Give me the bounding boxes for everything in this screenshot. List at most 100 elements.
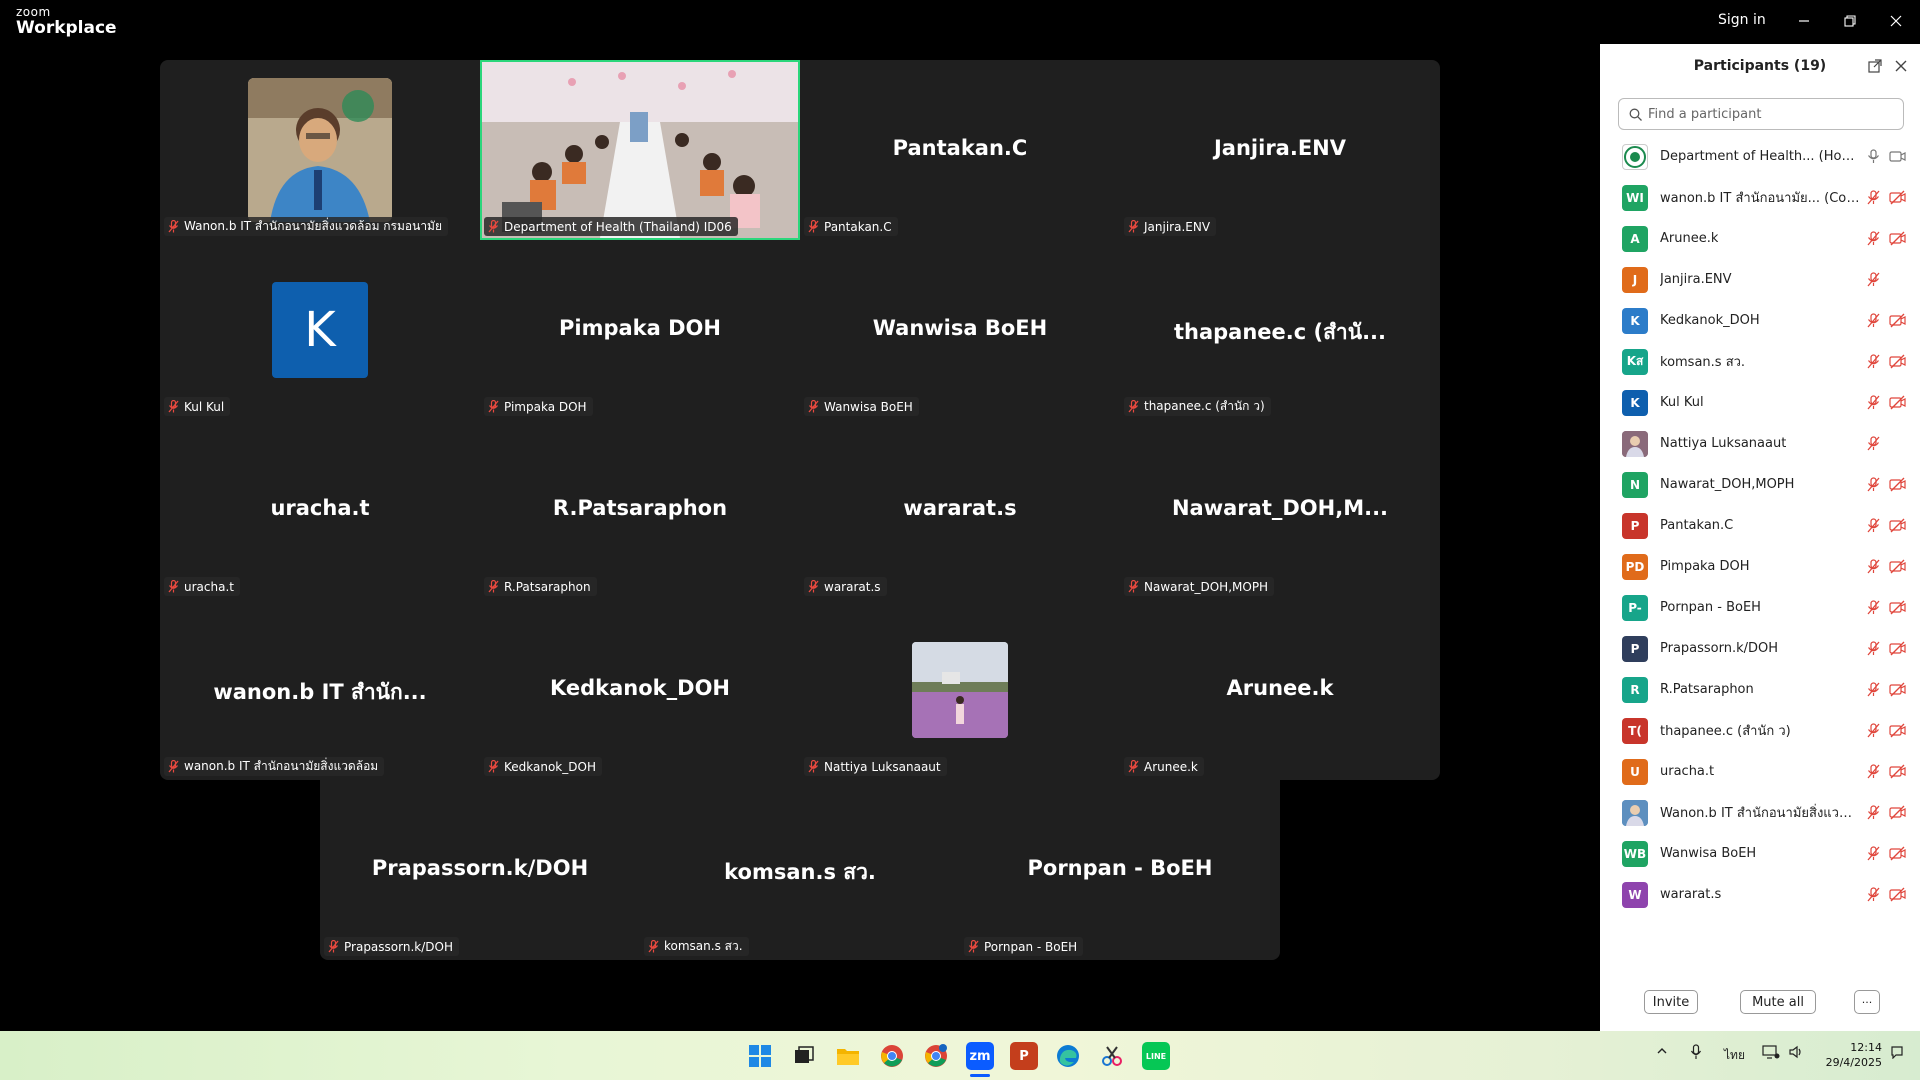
participant-row[interactable]: PD Pimpaka DOH — [1600, 546, 1920, 587]
notification-icon[interactable] — [1890, 1045, 1904, 1062]
mic-muted-icon[interactable] — [1866, 887, 1881, 902]
participant-row[interactable]: Uuracha.t — [1600, 751, 1920, 792]
chrome-taskbar-icon[interactable] — [878, 1042, 906, 1070]
close-panel-icon[interactable] — [1894, 58, 1908, 77]
system-clock[interactable]: 12:14 29/4/2025 — [1810, 1040, 1882, 1070]
video-off-icon[interactable] — [1889, 231, 1906, 246]
video-tile[interactable]: komsan.s สว. komsan.s สว. — [640, 780, 960, 960]
participant-row[interactable]: WI wanon.b IT สำนักอนามัย... (Co-host) — [1600, 177, 1920, 218]
video-tile[interactable]: thapanee.c (สำนั... thapanee.c (สำนัก ว) — [1120, 240, 1440, 420]
participant-row[interactable]: J Janjira.ENV — [1600, 259, 1920, 300]
participant-row[interactable]: N Nawarat_DOH,MOPH — [1600, 464, 1920, 505]
search-input[interactable] — [1648, 106, 1888, 122]
video-camera-icon[interactable] — [1889, 149, 1906, 164]
video-tile[interactable]: wararat.s wararat.s — [800, 420, 1120, 600]
video-off-icon[interactable] — [1889, 354, 1906, 369]
video-off-icon[interactable] — [1889, 764, 1906, 779]
powerpoint-taskbar-icon[interactable]: P — [1010, 1042, 1038, 1070]
popout-icon[interactable] — [1868, 58, 1882, 77]
video-off-icon[interactable] — [1889, 190, 1906, 205]
participant-row[interactable]: R R.Patsaraphon — [1600, 669, 1920, 710]
video-off-icon[interactable] — [1889, 477, 1906, 492]
mic-muted-icon[interactable] — [1866, 272, 1881, 287]
video-tile[interactable]: Wanwisa BoEH Wanwisa BoEH — [800, 240, 1120, 420]
mic-muted-icon[interactable] — [1866, 805, 1881, 820]
close-button[interactable] — [1880, 8, 1912, 34]
participant-row[interactable]: T(thapanee.c (สำนัก ว) — [1600, 710, 1920, 751]
video-tile[interactable]: R.Patsaraphon R.Patsaraphon — [480, 420, 800, 600]
participant-search[interactable] — [1618, 98, 1904, 130]
task-view-taskbar-icon[interactable] — [790, 1042, 818, 1070]
restore-button[interactable] — [1834, 8, 1866, 34]
microphone-icon[interactable] — [1690, 1044, 1702, 1063]
mic-muted-icon[interactable] — [1866, 190, 1881, 205]
video-off-icon[interactable] — [1889, 805, 1906, 820]
video-off-icon[interactable] — [1889, 559, 1906, 574]
participant-row[interactable]: Kส komsan.s สว. — [1600, 341, 1920, 382]
mic-muted-icon[interactable] — [1866, 477, 1881, 492]
line-taskbar-icon[interactable]: LINE — [1142, 1042, 1170, 1070]
video-tile[interactable]: K Kul Kul — [160, 240, 480, 420]
mic-muted-icon[interactable] — [1866, 559, 1881, 574]
participant-row[interactable]: Wanon.b IT สำนักอนามัยสิ่งแวดล้อม ... — [1600, 792, 1920, 833]
participant-row[interactable]: P- Pornpan - BoEH — [1600, 587, 1920, 628]
mic-muted-icon[interactable] — [1866, 682, 1881, 697]
zoom-taskbar-icon[interactable]: zm — [966, 1042, 994, 1070]
volume-icon[interactable] — [1788, 1044, 1804, 1063]
participant-row[interactable]: K Kedkanok_DOH — [1600, 300, 1920, 341]
video-tile[interactable]: Pornpan - BoEH Pornpan - BoEH — [960, 780, 1280, 960]
mic-muted-icon[interactable] — [1866, 764, 1881, 779]
video-off-icon[interactable] — [1889, 395, 1906, 410]
participant-row[interactable]: Department of Health... (Host, me) — [1600, 136, 1920, 177]
mic-muted-icon[interactable] — [1866, 641, 1881, 656]
video-tile[interactable]: wanon.b IT สำนัก... wanon.b IT สำนักอนามั… — [160, 600, 480, 780]
sign-in-link[interactable]: Sign in — [1718, 12, 1766, 28]
snipping-tool-taskbar-icon[interactable] — [1098, 1042, 1126, 1070]
video-off-icon[interactable] — [1889, 846, 1906, 861]
windows-start-taskbar-icon[interactable] — [746, 1042, 774, 1070]
participant-row[interactable]: K Kul Kul — [1600, 382, 1920, 423]
participant-row[interactable]: A Arunee.k — [1600, 218, 1920, 259]
video-off-icon[interactable] — [1889, 313, 1906, 328]
participant-row[interactable]: P Prapassorn.k/DOH — [1600, 628, 1920, 669]
video-tile[interactable]: Department of Health (Thailand) ID06 — [480, 60, 800, 240]
video-tile[interactable]: Arunee.k Arunee.k — [1120, 600, 1440, 780]
video-off-icon[interactable] — [1889, 682, 1906, 697]
more-options-button[interactable]: ··· — [1854, 990, 1880, 1014]
mic-muted-icon[interactable] — [1866, 313, 1881, 328]
video-tile[interactable]: Prapassorn.k/DOH Prapassorn.k/DOH — [320, 780, 640, 960]
mic-muted-icon[interactable] — [1866, 846, 1881, 861]
video-tile[interactable]: Pimpaka DOH Pimpaka DOH — [480, 240, 800, 420]
video-tile[interactable]: Pantakan.C Pantakan.C — [800, 60, 1120, 240]
minimize-button[interactable] — [1788, 8, 1820, 34]
video-off-icon[interactable] — [1889, 887, 1906, 902]
network-icon[interactable] — [1762, 1044, 1780, 1063]
video-off-icon[interactable] — [1889, 641, 1906, 656]
mic-muted-icon[interactable] — [1866, 436, 1881, 451]
language-indicator[interactable]: ไทย — [1724, 1046, 1745, 1065]
participant-row[interactable]: P Pantakan.C — [1600, 505, 1920, 546]
video-off-icon[interactable] — [1889, 600, 1906, 615]
mute-all-button[interactable]: Mute all — [1740, 990, 1816, 1014]
video-tile[interactable]: uracha.t uracha.t — [160, 420, 480, 600]
mic-muted-icon[interactable] — [1866, 518, 1881, 533]
participant-row[interactable]: Wwararat.s — [1600, 874, 1920, 915]
participant-row[interactable]: Nattiya Luksanaaut — [1600, 423, 1920, 464]
chevron-up-icon[interactable] — [1656, 1045, 1668, 1060]
video-tile[interactable]: Janjira.ENV Janjira.ENV — [1120, 60, 1440, 240]
video-off-icon[interactable] — [1889, 518, 1906, 533]
video-tile[interactable]: Kedkanok_DOH Kedkanok_DOH — [480, 600, 800, 780]
video-tile[interactable]: Nawarat_DOH,M... Nawarat_DOH,MOPH — [1120, 420, 1440, 600]
file-explorer-taskbar-icon[interactable] — [834, 1042, 862, 1070]
video-tile[interactable]: Nattiya Luksanaaut — [800, 600, 1120, 780]
video-off-icon[interactable] — [1889, 723, 1906, 738]
mic-muted-icon[interactable] — [1866, 395, 1881, 410]
mic-muted-icon[interactable] — [1866, 600, 1881, 615]
microphone-icon[interactable] — [1866, 149, 1881, 164]
mic-muted-icon[interactable] — [1866, 354, 1881, 369]
invite-button[interactable]: Invite — [1644, 990, 1698, 1014]
mic-muted-icon[interactable] — [1866, 231, 1881, 246]
participant-row[interactable]: WB Wanwisa BoEH — [1600, 833, 1920, 874]
edge-taskbar-icon[interactable] — [1054, 1042, 1082, 1070]
chrome-profile-taskbar-icon[interactable] — [922, 1042, 950, 1070]
